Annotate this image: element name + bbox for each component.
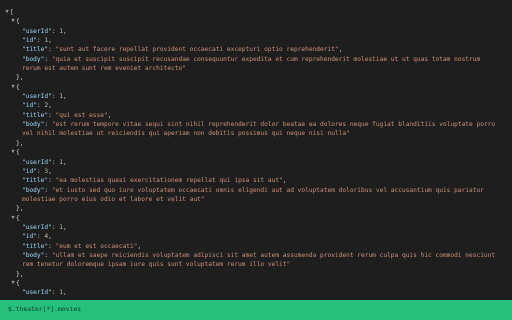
root-array-bracket: [ bbox=[10, 9, 14, 16]
object-close-brace: }, bbox=[16, 205, 24, 213]
json-entry: "body": "est rerum tempore vitae sequi s… bbox=[22, 121, 496, 138]
json-entry: "userId": 1, bbox=[22, 289, 67, 297]
json-entry: "userId": 1, bbox=[22, 223, 67, 231]
json-entry: "body": "quia et suscipit suscipit recus… bbox=[22, 55, 481, 73]
object-close-brace: }, bbox=[16, 139, 24, 147]
object-open-brace: { bbox=[16, 83, 20, 91]
json-entry: "body": "et iusto sed quo iure voluptate… bbox=[22, 186, 484, 203]
object-close-brace: }, bbox=[16, 270, 24, 278]
status-bar: $.theater[*].movies bbox=[0, 300, 512, 320]
json-viewer: ▼ [ ▼ { "userId": 1, "id": 1, "title": "… bbox=[0, 0, 512, 300]
json-entry: "title": "ea molestias quasi exercitatio… bbox=[22, 177, 287, 185]
json-entry: "title": "sunt aut facere repellat provi… bbox=[22, 46, 343, 54]
json-entry: "userId": 1, bbox=[22, 158, 67, 166]
json-path-query[interactable]: $.theater[*].movies bbox=[8, 305, 81, 314]
json-entry: "id": 1, bbox=[22, 37, 52, 45]
json-entry: "id": 4, bbox=[22, 233, 52, 241]
json-entry: "userId": 1, bbox=[22, 27, 67, 35]
json-entry: "id": 3, bbox=[22, 167, 52, 175]
object-open-brace: { bbox=[16, 279, 20, 287]
object-open-brace: { bbox=[16, 18, 20, 26]
object-close-brace: }, bbox=[16, 74, 24, 82]
object-open-brace: { bbox=[16, 149, 20, 157]
object-open-brace: { bbox=[16, 214, 20, 222]
json-entry: "title": "qui est esse", bbox=[22, 111, 112, 119]
json-entry: "id": 2, bbox=[22, 102, 52, 110]
json-entry: "userId": 1, bbox=[22, 93, 67, 101]
json-entry: "body": "ullam et saepe reiciendis volup… bbox=[22, 251, 496, 269]
json-entry: "title": "eum et est occaecati", bbox=[22, 242, 142, 250]
